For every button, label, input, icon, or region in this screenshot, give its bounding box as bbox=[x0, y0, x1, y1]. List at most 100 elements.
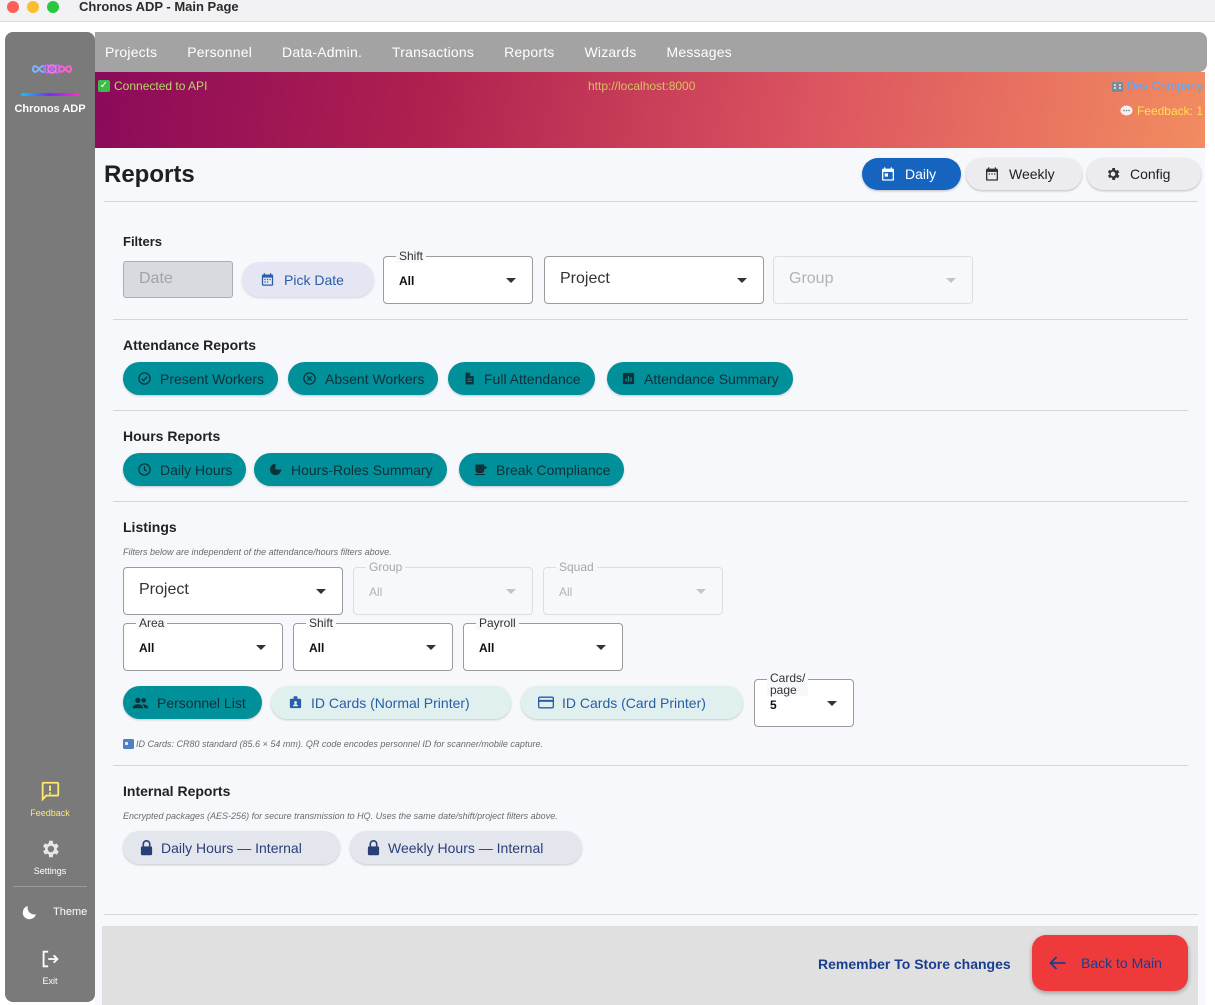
badge-icon bbox=[289, 696, 302, 709]
id-cards-normal-label: ID Cards (Normal Printer) bbox=[311, 694, 470, 711]
attendance-title: Attendance Reports bbox=[123, 337, 257, 353]
cards-per-page-select[interactable]: Cards/page 5 bbox=[754, 672, 854, 727]
listings-area-select[interactable]: Area All bbox=[123, 616, 283, 671]
logout-icon bbox=[42, 950, 59, 968]
menu-reports[interactable]: Reports bbox=[504, 44, 554, 60]
calendar-week-icon bbox=[986, 167, 998, 181]
weekly-hours-internal-button[interactable]: Weekly Hours — Internal bbox=[350, 831, 582, 864]
date-input[interactable]: Date bbox=[123, 261, 233, 298]
filter-project-placeholder: Project bbox=[560, 270, 610, 287]
api-url: http://localhost:8000 bbox=[588, 79, 696, 93]
menu-messages[interactable]: Messages bbox=[666, 44, 731, 60]
status-banner: ✓ Connected to API http://localhost:8000… bbox=[95, 72, 1205, 148]
weekly-hours-internal-label: Weekly Hours — Internal bbox=[388, 839, 544, 856]
x-circle-icon bbox=[303, 372, 316, 385]
id-card-small-icon bbox=[123, 739, 134, 749]
maximize-window-button[interactable] bbox=[47, 1, 59, 13]
gear-icon bbox=[1107, 168, 1120, 180]
filters-title: Filters bbox=[123, 234, 163, 249]
minimize-window-button[interactable] bbox=[27, 1, 39, 13]
filter-group-placeholder: Group bbox=[789, 270, 834, 287]
sidebar-feedback-button[interactable]: Feedback bbox=[5, 780, 95, 818]
listings-payroll-value: All bbox=[479, 641, 495, 655]
id-cards-normal-button[interactable]: ID Cards (Normal Printer) bbox=[271, 686, 511, 719]
close-window-button[interactable] bbox=[7, 1, 19, 13]
daily-hours-button[interactable]: Daily Hours bbox=[123, 453, 247, 486]
present-workers-button[interactable]: Present Workers bbox=[123, 362, 278, 395]
window-title: Chronos ADP - Main Page bbox=[79, 0, 239, 14]
back-to-main-label: Back to Main bbox=[1081, 955, 1162, 971]
top-menu-bar: Projects Personnel Data-Admin. Transacti… bbox=[95, 32, 1207, 72]
menu-projects[interactable]: Projects bbox=[105, 44, 157, 60]
header-divider bbox=[104, 201, 1198, 202]
feedback-counter[interactable]: Feedback: 1 bbox=[1120, 104, 1203, 118]
menu-transactions[interactable]: Transactions bbox=[392, 44, 474, 60]
sidebar-exit-button[interactable]: Exit bbox=[5, 948, 95, 986]
hours-divider bbox=[113, 501, 1188, 502]
listings-payroll-select[interactable]: Payroll All bbox=[463, 616, 623, 671]
listings-group-select[interactable]: Group All bbox=[353, 560, 533, 615]
company-name: Dev Company bbox=[1126, 79, 1203, 93]
listings-squad-select[interactable]: Squad All bbox=[543, 560, 723, 615]
cards-per-page-label-line2: page bbox=[770, 683, 797, 697]
filter-shift-select[interactable]: Shift All bbox=[383, 249, 533, 304]
pick-date-button[interactable]: Pick Date bbox=[242, 262, 374, 297]
filters-divider bbox=[113, 319, 1188, 320]
company-indicator: Dev Company bbox=[1111, 79, 1203, 93]
daily-hours-internal-button[interactable]: Daily Hours — Internal bbox=[123, 831, 340, 864]
filter-project-select[interactable]: Project bbox=[544, 256, 764, 304]
attendance-divider bbox=[113, 410, 1188, 411]
chevron-down-icon bbox=[696, 589, 706, 594]
back-to-main-button[interactable]: Back to Main bbox=[1032, 935, 1188, 991]
hours-roles-summary-label: Hours-Roles Summary bbox=[291, 461, 433, 478]
sidebar-settings-label: Settings bbox=[33, 866, 67, 876]
remember-store-changes-link[interactable]: Remember To Store changes bbox=[818, 956, 1011, 972]
brand-name: Chronos ADP bbox=[14, 103, 86, 115]
daily-hours-label: Daily Hours bbox=[160, 461, 233, 478]
chevron-down-icon bbox=[506, 278, 516, 283]
daily-button-label: Daily bbox=[905, 166, 937, 182]
filter-group-select[interactable]: Group bbox=[773, 256, 973, 304]
main-content: Reports Daily Weekly Config Filters Date… bbox=[95, 148, 1205, 1005]
footer-divider bbox=[104, 914, 1198, 915]
personnel-list-button[interactable]: Personnel List bbox=[123, 686, 262, 719]
clock-icon bbox=[138, 463, 151, 476]
document-icon bbox=[465, 372, 474, 385]
listings-project-select[interactable]: Project bbox=[123, 567, 343, 615]
break-compliance-button[interactable]: Break Compliance bbox=[459, 453, 625, 486]
chevron-down-icon bbox=[596, 645, 606, 650]
config-button[interactable]: Config bbox=[1087, 158, 1201, 190]
calendar-icon bbox=[261, 273, 274, 286]
listings-shift-select[interactable]: Shift All bbox=[293, 616, 453, 671]
sidebar-settings-button[interactable]: Settings bbox=[5, 838, 95, 876]
logo-gradient-bar bbox=[21, 93, 79, 96]
attendance-summary-button[interactable]: Attendance Summary bbox=[607, 362, 793, 395]
gear-icon bbox=[43, 840, 59, 858]
id-cards-card-printer-button[interactable]: ID Cards (Card Printer) bbox=[521, 686, 743, 719]
people-icon bbox=[132, 697, 149, 708]
pie-chart-icon bbox=[269, 463, 282, 476]
menu-personnel[interactable]: Personnel bbox=[187, 44, 252, 60]
sidebar-divider bbox=[13, 886, 87, 887]
id-cards-card-printer-label: ID Cards (Card Printer) bbox=[562, 694, 706, 711]
chevron-down-icon bbox=[506, 589, 516, 594]
sidebar-theme-toggle[interactable]: Theme bbox=[21, 903, 87, 921]
credit-card-icon bbox=[538, 696, 554, 709]
daily-button[interactable]: Daily bbox=[862, 158, 961, 190]
connection-status: ✓ Connected to API bbox=[98, 79, 207, 93]
listings-group-value: All bbox=[369, 585, 383, 599]
attendance-summary-label: Attendance Summary bbox=[644, 370, 779, 387]
absent-workers-button[interactable]: Absent Workers bbox=[288, 362, 439, 395]
hours-roles-summary-button[interactable]: Hours-Roles Summary bbox=[254, 453, 447, 486]
listings-area-value: All bbox=[139, 641, 155, 655]
listings-squad-value: All bbox=[559, 585, 573, 599]
chevron-down-icon bbox=[256, 645, 266, 650]
menu-wizards[interactable]: Wizards bbox=[585, 44, 637, 60]
weekly-button[interactable]: Weekly bbox=[966, 158, 1082, 190]
full-attendance-button[interactable]: Full Attendance bbox=[448, 362, 595, 395]
calendar-icon bbox=[882, 167, 894, 181]
menu-data-admin[interactable]: Data-Admin. bbox=[282, 44, 362, 60]
check-circle-icon bbox=[138, 372, 151, 385]
full-attendance-label: Full Attendance bbox=[484, 370, 581, 387]
speech-bubble-icon bbox=[1120, 105, 1133, 116]
